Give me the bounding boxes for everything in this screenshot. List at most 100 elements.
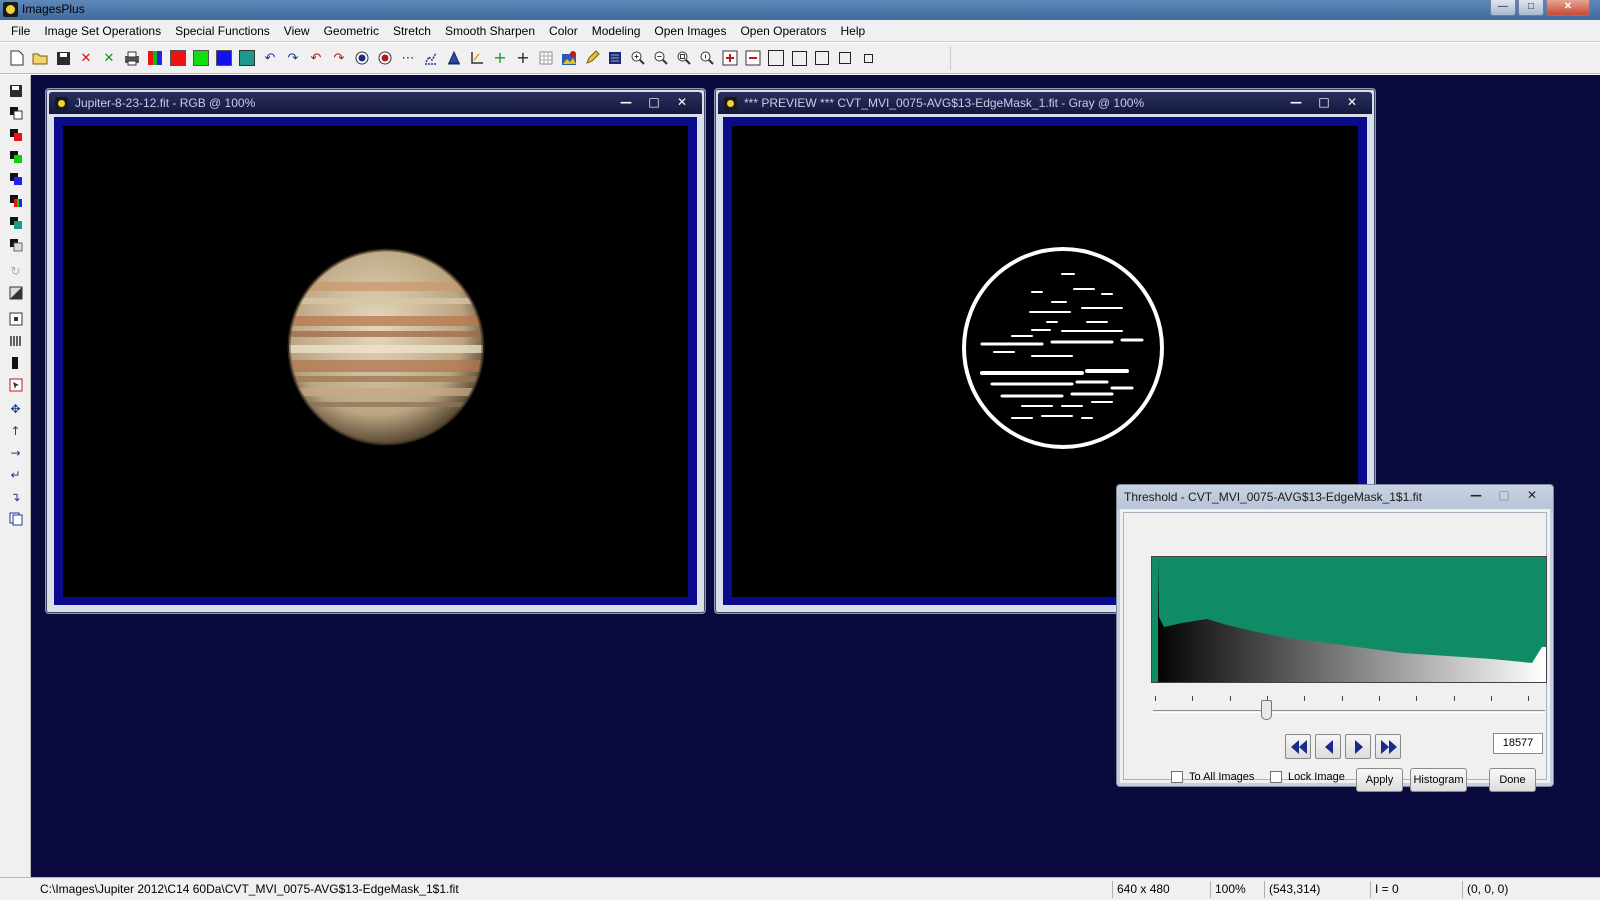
grid-small-icon[interactable] xyxy=(535,47,557,69)
grid-icon[interactable] xyxy=(236,47,258,69)
threshold-slider[interactable] xyxy=(1153,710,1545,713)
picture-edit-icon[interactable] xyxy=(558,47,580,69)
frame-small-icon[interactable] xyxy=(811,47,833,69)
done-button[interactable]: Done xyxy=(1489,768,1536,792)
list-icon[interactable] xyxy=(604,47,626,69)
zoom-in-icon[interactable] xyxy=(627,47,649,69)
new-file-icon[interactable] xyxy=(6,47,28,69)
window-title-bar[interactable]: Jupiter-8-23-12.fit - RGB @ 100% — □ ✕ xyxy=(49,92,702,114)
checkbox-box[interactable] xyxy=(1171,771,1183,783)
frame-tiny-icon[interactable] xyxy=(857,47,879,69)
redo-icon[interactable]: ↷ xyxy=(282,47,304,69)
zoom-fit-icon[interactable] xyxy=(673,47,695,69)
window-title-bar[interactable]: *** PREVIEW *** CVT_MVI_0075-AVG$13-Edge… xyxy=(718,92,1372,114)
frame-medium-icon[interactable] xyxy=(788,47,810,69)
undo-all-icon[interactable]: ↶ xyxy=(305,47,327,69)
threshold-value-field[interactable]: 18577 xyxy=(1493,733,1543,754)
arrow-right-icon[interactable]: → xyxy=(5,443,26,462)
red-circle-icon[interactable] xyxy=(374,47,396,69)
menu-special-functions[interactable]: Special Functions xyxy=(168,20,277,42)
red-channel-icon[interactable] xyxy=(167,47,189,69)
green-black-icon[interactable] xyxy=(5,147,26,166)
first-button[interactable] xyxy=(1285,734,1311,759)
lock-image-checkbox[interactable]: Lock Image xyxy=(1270,771,1345,783)
gray-black-icon[interactable] xyxy=(5,235,26,254)
close-button[interactable]: ✕ xyxy=(1546,0,1590,16)
redo-all-icon[interactable]: ↷ xyxy=(328,47,350,69)
last-button[interactable] xyxy=(1375,734,1401,759)
dotted-line-icon[interactable]: ⋯ xyxy=(397,47,419,69)
menu-file[interactable]: File xyxy=(4,20,37,42)
previous-button[interactable] xyxy=(1315,734,1341,759)
maximize-button[interactable]: □ xyxy=(1312,93,1336,111)
menu-open-images[interactable]: Open Images xyxy=(647,20,733,42)
maximize-button[interactable]: □ xyxy=(1518,0,1544,16)
pointer-box-icon[interactable] xyxy=(5,375,26,394)
menu-open-operators[interactable]: Open Operators xyxy=(733,20,833,42)
blue-black-icon[interactable] xyxy=(5,169,26,188)
checkbox-box[interactable] xyxy=(1270,771,1282,783)
rotate-left-icon[interactable]: ↵ xyxy=(5,465,26,484)
minimize-button[interactable]: — xyxy=(1465,487,1487,503)
refresh-icon[interactable]: ↻ xyxy=(5,261,26,280)
red-black-icon[interactable] xyxy=(5,125,26,144)
image-canvas[interactable] xyxy=(63,126,688,597)
arrow-up-icon[interactable]: ↑ xyxy=(5,421,26,440)
undo-icon[interactable]: ↶ xyxy=(259,47,281,69)
to-all-images-checkbox[interactable]: To All Images xyxy=(1171,771,1254,783)
apply-button[interactable]: Apply xyxy=(1356,768,1403,792)
plot-icon[interactable] xyxy=(420,47,442,69)
menu-image-set-operations[interactable]: Image Set Operations xyxy=(37,20,168,42)
minimize-button[interactable]: — xyxy=(614,93,638,111)
close-button[interactable]: ✕ xyxy=(670,93,694,111)
menu-view[interactable]: View xyxy=(277,20,317,42)
bars-icon[interactable] xyxy=(5,331,26,350)
copy-icon[interactable] xyxy=(5,509,26,528)
menu-geometric[interactable]: Geometric xyxy=(317,20,386,42)
print-icon[interactable] xyxy=(121,47,143,69)
histogram-button[interactable]: Histogram xyxy=(1410,768,1467,792)
black-bar-icon[interactable] xyxy=(5,353,26,372)
save-all-icon[interactable] xyxy=(5,81,26,100)
dialog-title-bar[interactable]: Threshold - CVT_MVI_0075-AVG$13-EdgeMask… xyxy=(1117,485,1553,509)
frame-large-icon[interactable] xyxy=(765,47,787,69)
menu-modeling[interactable]: Modeling xyxy=(585,20,648,42)
frame-smaller-icon[interactable] xyxy=(834,47,856,69)
image-window-jupiter[interactable]: Jupiter-8-23-12.fit - RGB @ 100% — □ ✕ xyxy=(45,88,706,614)
close-button[interactable]: ✕ xyxy=(1340,93,1364,111)
rgb-black-icon[interactable] xyxy=(5,191,26,210)
threshold-dialog[interactable]: Threshold - CVT_MVI_0075-AVG$13-EdgeMask… xyxy=(1116,484,1554,792)
close-x-icon[interactable]: ✕ xyxy=(75,47,97,69)
threshold-slider-thumb[interactable] xyxy=(1261,700,1273,720)
teal-black-icon[interactable] xyxy=(5,213,26,232)
green-channel-icon[interactable] xyxy=(190,47,212,69)
select-box-icon[interactable] xyxy=(5,309,26,328)
rotate-right-icon[interactable]: ↴ xyxy=(5,487,26,506)
zoom-actual-icon[interactable] xyxy=(696,47,718,69)
rgb-channels-icon[interactable] xyxy=(144,47,166,69)
menu-stretch[interactable]: Stretch xyxy=(386,20,438,42)
pencil-icon[interactable] xyxy=(581,47,603,69)
triangle-icon[interactable] xyxy=(443,47,465,69)
black-white-icon[interactable] xyxy=(5,103,26,122)
corner-icon[interactable] xyxy=(466,47,488,69)
circle-mask-icon[interactable] xyxy=(351,47,373,69)
crosshair-icon[interactable]: + xyxy=(512,47,534,69)
maximize-button[interactable]: □ xyxy=(642,93,666,111)
plus-green-icon[interactable]: + xyxy=(489,47,511,69)
gradient-icon[interactable] xyxy=(5,283,26,302)
close-button[interactable]: ✕ xyxy=(1521,487,1543,503)
menu-smooth-sharpen[interactable]: Smooth Sharpen xyxy=(438,20,542,42)
close-all-x-icon[interactable]: ✕ xyxy=(98,47,120,69)
open-folder-icon[interactable] xyxy=(29,47,51,69)
zoom-in-red-icon[interactable] xyxy=(719,47,741,69)
menu-color[interactable]: Color xyxy=(542,20,585,42)
menu-help[interactable]: Help xyxy=(834,20,873,42)
zoom-out-icon[interactable] xyxy=(650,47,672,69)
minimize-button[interactable]: — xyxy=(1490,0,1516,16)
save-icon[interactable] xyxy=(52,47,74,69)
next-button[interactable] xyxy=(1345,734,1371,759)
zoom-out-red-icon[interactable] xyxy=(742,47,764,69)
blue-channel-icon[interactable] xyxy=(213,47,235,69)
move-icon[interactable]: ✥ xyxy=(5,399,26,418)
